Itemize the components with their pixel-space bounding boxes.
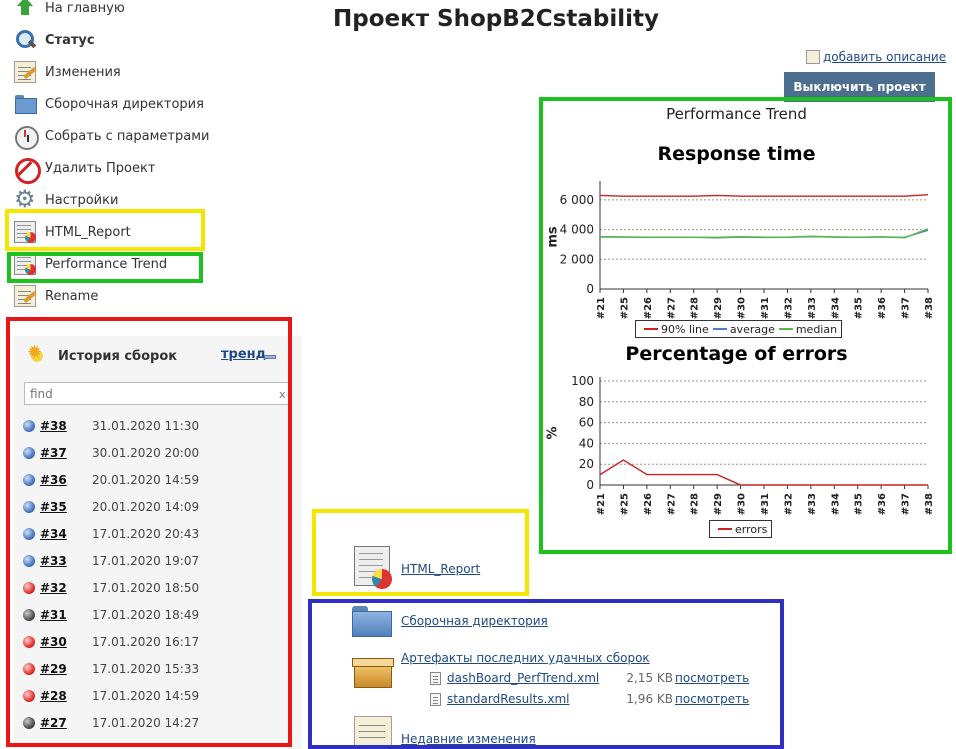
- add-description-link[interactable]: добавить описание: [806, 50, 946, 64]
- menu-item-home[interactable]: На главную: [14, 0, 125, 20]
- menu-item-rename[interactable]: Rename: [14, 284, 98, 308]
- menu-item-delete-project[interactable]: Удалить Проект: [14, 156, 156, 184]
- highlight-box-yellow-bottom: [312, 509, 529, 596]
- highlight-box-green: [7, 252, 203, 283]
- menu-item-status[interactable]: Статус: [14, 28, 95, 52]
- menu-item-label: Собрать с параметрами: [45, 128, 210, 144]
- highlight-box-green-chart: [539, 97, 952, 554]
- notepad-icon: [14, 285, 36, 307]
- notepad-icon: [14, 61, 36, 83]
- highlight-box-yellow: [5, 209, 205, 251]
- menu-item-label: Изменения: [45, 64, 121, 80]
- gear-icon: [14, 185, 36, 213]
- highlight-box-blue: [308, 599, 784, 749]
- page-title: Проект ShopB2Cstability: [333, 6, 659, 32]
- home-icon: [14, 0, 36, 19]
- menu-item-changes[interactable]: Изменения: [14, 60, 121, 84]
- menu-item-label: Удалить Проект: [45, 160, 156, 176]
- search-icon: [14, 29, 36, 51]
- menu-item-build-with-params[interactable]: Собрать с параметрами: [14, 124, 210, 150]
- edit-icon: [806, 50, 820, 64]
- highlight-box-red: [6, 317, 292, 747]
- no-entry-icon: [14, 157, 41, 184]
- menu-item-label: Настройки: [45, 192, 119, 208]
- menu-item-label: На главную: [45, 0, 125, 16]
- menu-item-workspace[interactable]: Сборочная директория: [14, 92, 204, 116]
- menu-item-label: Статус: [45, 32, 95, 48]
- menu-item-label: Rename: [45, 288, 99, 304]
- add-description-label: добавить описание: [823, 50, 947, 64]
- folder-icon: [14, 93, 37, 115]
- menu-item-label: Сборочная директория: [45, 96, 204, 112]
- clock-icon: [14, 125, 39, 150]
